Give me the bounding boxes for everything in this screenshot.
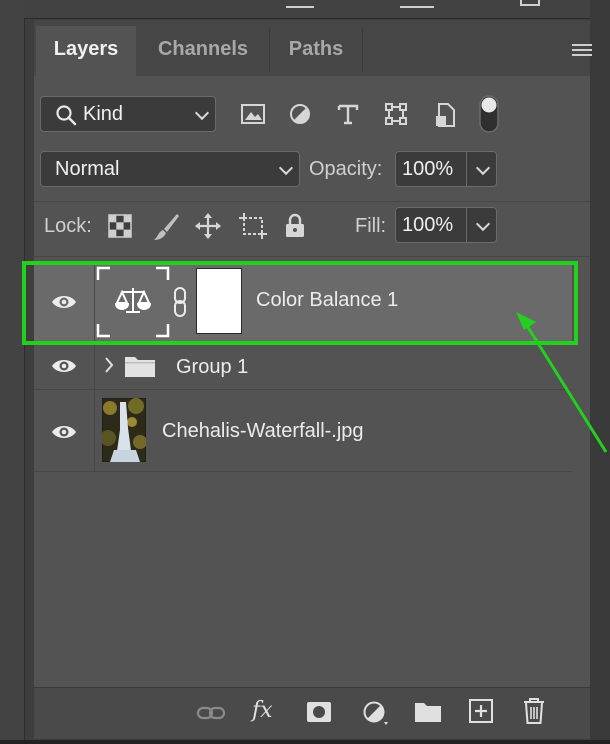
annotation-arrow-icon: [516, 312, 608, 453]
bottom-edge: [0, 740, 610, 744]
